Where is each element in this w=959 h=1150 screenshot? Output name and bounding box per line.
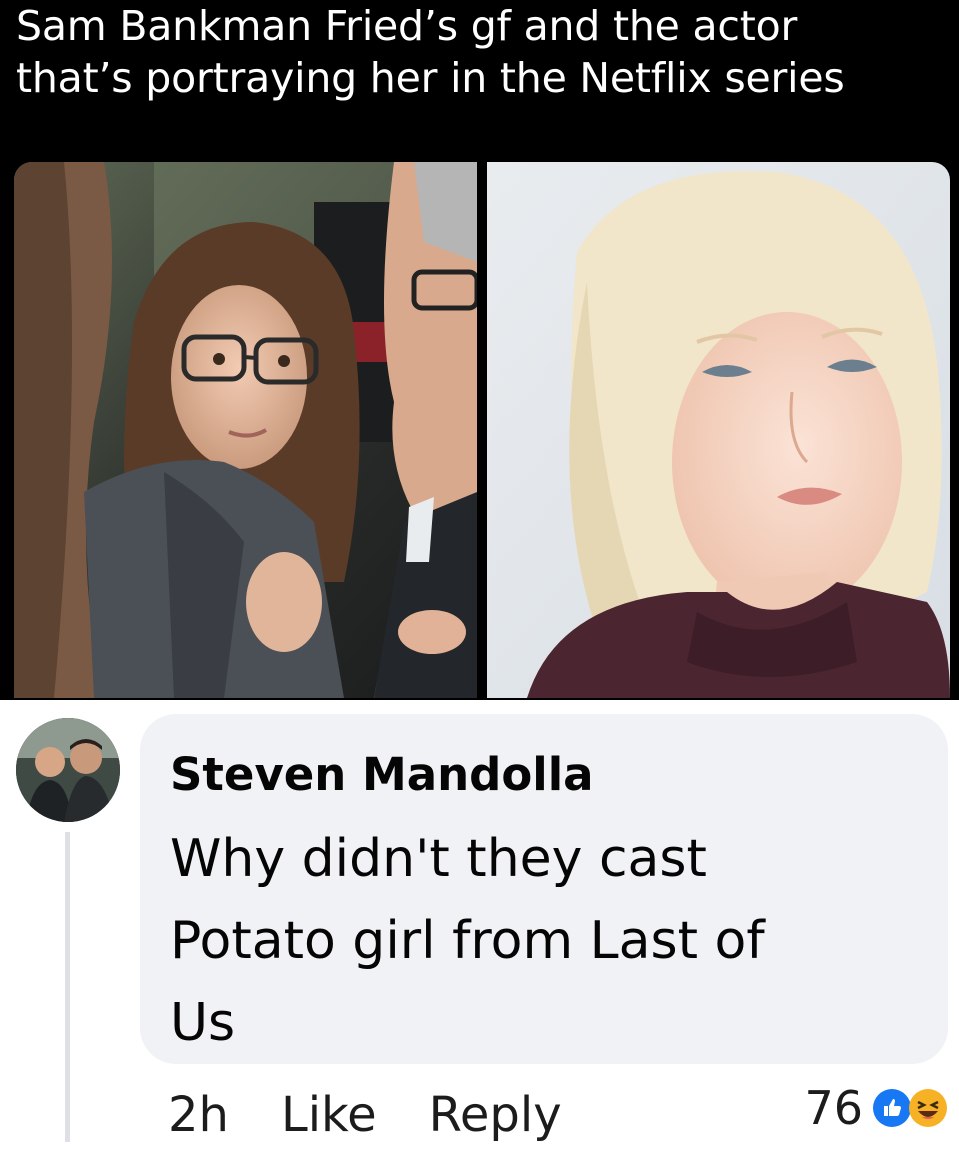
comment-text-line-1: Why didn't they cast <box>170 829 707 889</box>
meme-caption: Sam Bankman Fried’s gf and the actor tha… <box>16 0 946 104</box>
meme-header: Sam Bankman Fried’s gf and the actor tha… <box>0 0 959 700</box>
avatar-image <box>16 718 120 822</box>
comment-bubble: Steven Mandolla Why didn't they cast Pot… <box>140 714 948 1064</box>
avatar[interactable] <box>16 718 120 822</box>
comment-text-line-3: Us <box>170 993 236 1053</box>
thread-line <box>65 832 70 1142</box>
comment-text: Why didn't they cast Potato girl from La… <box>170 818 930 1064</box>
like-button[interactable]: Like <box>281 1080 377 1150</box>
comment-time[interactable]: 2h <box>168 1080 229 1150</box>
comment-author[interactable]: Steven Mandolla <box>170 748 594 801</box>
caption-line-2: that’s portraying her in the Netflix ser… <box>16 54 845 102</box>
comment-actions: 2h Like Reply <box>168 1080 562 1150</box>
reply-button[interactable]: Reply <box>429 1080 562 1150</box>
photo-actor <box>487 162 950 698</box>
haha-icon <box>909 1089 947 1127</box>
reaction-summary[interactable]: 76 <box>804 1078 947 1138</box>
comment-text-line-2: Potato girl from Last of <box>170 911 765 971</box>
photo-real-person <box>14 162 477 698</box>
like-icon <box>873 1089 911 1127</box>
caption-line-1: Sam Bankman Fried’s gf and the actor <box>16 2 798 50</box>
photo-pair <box>14 162 950 698</box>
reaction-count: 76 <box>804 1081 863 1135</box>
comment-section: Steven Mandolla Why didn't they cast Pot… <box>0 700 959 1143</box>
